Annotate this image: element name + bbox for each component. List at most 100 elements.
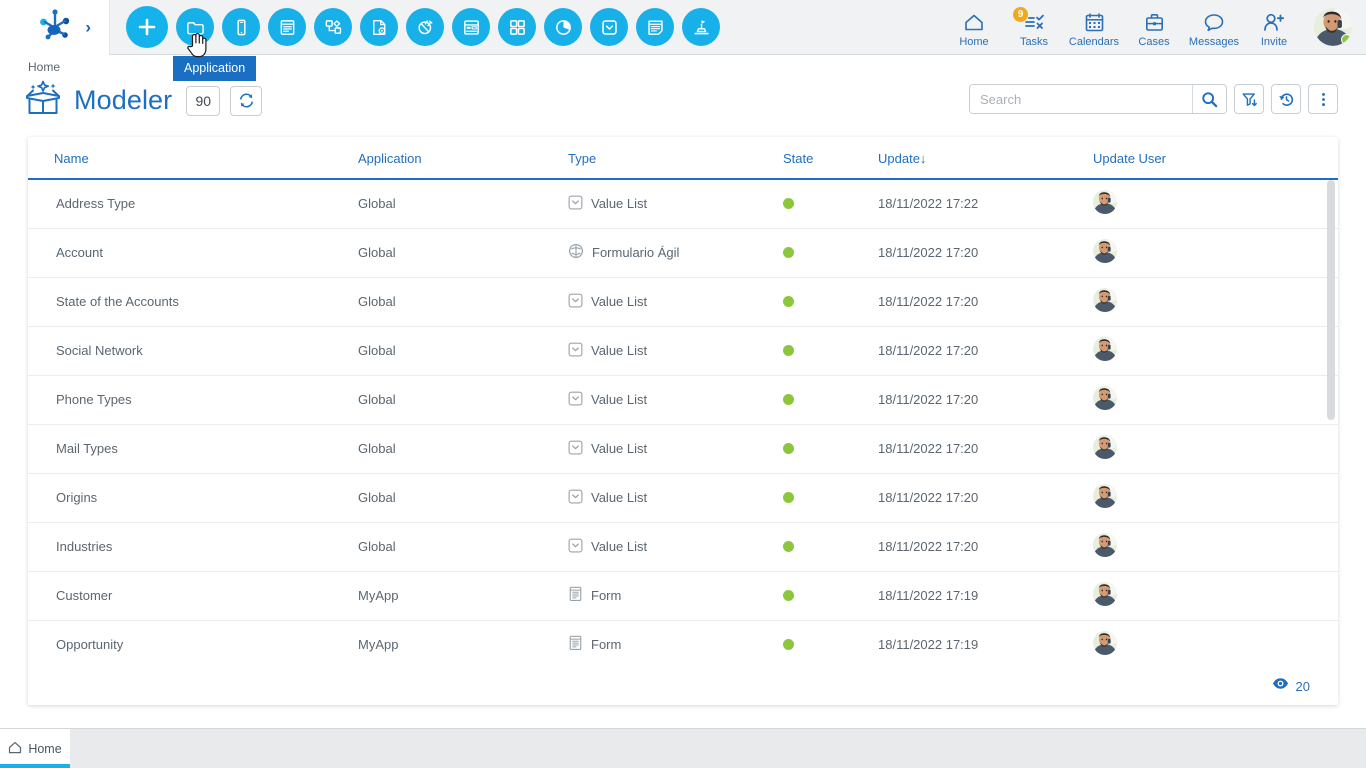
cell-application: MyApp bbox=[358, 637, 399, 653]
nav-label-tasks: Tasks bbox=[1019, 36, 1049, 48]
new-button[interactable] bbox=[126, 6, 168, 48]
avatar[interactable] bbox=[1093, 533, 1117, 560]
breadcrumb[interactable]: Home bbox=[28, 60, 60, 74]
cell-application: Global bbox=[358, 522, 568, 572]
table-row[interactable]: State of the Accounts Global Value List 18/… bbox=[28, 277, 1338, 327]
refresh-button[interactable] bbox=[230, 85, 263, 116]
scrollbar-thumb[interactable] bbox=[1327, 180, 1335, 420]
cell-update-user bbox=[1093, 620, 1338, 667]
status-badge bbox=[783, 394, 794, 405]
cell-type-label: Form bbox=[591, 637, 622, 653]
table-vertical-scrollbar[interactable] bbox=[1327, 180, 1335, 667]
bizagi-logo[interactable] bbox=[35, 8, 75, 47]
nav-item-calendars[interactable]: Calendars bbox=[1064, 6, 1124, 48]
cell-name[interactable]: Industries bbox=[28, 522, 358, 572]
logo-zone: › bbox=[0, 0, 110, 55]
table-row[interactable]: Mail Types Global Value List 18/11/2022 17:… bbox=[28, 424, 1338, 474]
avatar[interactable] bbox=[1093, 190, 1117, 217]
avatar[interactable] bbox=[1093, 288, 1117, 315]
cell-update-user bbox=[1093, 571, 1338, 621]
nav-label-invite: Invite bbox=[1260, 36, 1288, 48]
refresh-icon bbox=[239, 93, 253, 108]
nav-item-messages[interactable]: Messages bbox=[1184, 6, 1244, 48]
column-header-name[interactable]: Name bbox=[28, 137, 358, 180]
value-list-button[interactable] bbox=[590, 8, 628, 46]
history-button[interactable] bbox=[1271, 84, 1301, 114]
column-header-update-label: Update bbox=[878, 151, 920, 166]
more-options-button[interactable] bbox=[1308, 84, 1338, 114]
value-list-icon bbox=[568, 391, 583, 409]
cell-name[interactable]: Opportunity bbox=[28, 620, 358, 667]
nav-item-home[interactable]: Home bbox=[944, 6, 1004, 48]
cell-name[interactable]: Social Network bbox=[28, 326, 358, 376]
cell-name[interactable]: Mail Types bbox=[28, 424, 358, 474]
cell-state bbox=[783, 571, 878, 621]
status-badge bbox=[783, 443, 794, 454]
search-input[interactable] bbox=[970, 85, 1192, 113]
avatar[interactable] bbox=[1093, 337, 1117, 364]
table-row[interactable]: Address Type Global Value List 18/11/2022 1… bbox=[28, 179, 1338, 229]
column-header-update-user[interactable]: Update User bbox=[1093, 137, 1338, 180]
layout-button[interactable] bbox=[452, 8, 490, 46]
table-row[interactable]: Customer MyApp Form 18/11/2022 17:19 bbox=[28, 571, 1338, 621]
table-row[interactable]: Opportunity MyApp Form 18/11/2022 17:19 bbox=[28, 620, 1338, 667]
cell-application: Global bbox=[358, 179, 568, 229]
cell-update-user bbox=[1093, 228, 1338, 278]
user-avatar[interactable] bbox=[1314, 8, 1352, 46]
avatar[interactable] bbox=[1093, 435, 1117, 462]
nav-label-calendars: Calendars bbox=[1068, 36, 1120, 48]
cell-name[interactable]: Phone Types bbox=[28, 375, 358, 425]
cell-name[interactable]: Origins bbox=[28, 473, 358, 523]
cell-name[interactable]: Customer bbox=[28, 571, 358, 621]
nav-item-tasks[interactable]: 9 Tasks bbox=[1004, 6, 1064, 48]
eye-icon[interactable] bbox=[1272, 677, 1289, 695]
cell-update: 18/11/2022 17:20 bbox=[878, 326, 1093, 376]
connector-button[interactable] bbox=[406, 8, 444, 46]
cell-update-user bbox=[1093, 424, 1338, 474]
column-header-state[interactable]: State bbox=[783, 137, 878, 180]
cell-update: 18/11/2022 17:20 bbox=[878, 277, 1093, 327]
cell-type: Formulario Ágil bbox=[568, 228, 783, 278]
cell-update: 18/11/2022 17:20 bbox=[878, 424, 1093, 474]
cell-application: Global bbox=[358, 228, 568, 278]
avatar[interactable] bbox=[1093, 582, 1117, 609]
column-header-update[interactable]: Update↓ bbox=[878, 137, 1093, 180]
cell-name[interactable]: State of the Accounts bbox=[28, 277, 358, 327]
nav-item-cases[interactable]: Cases bbox=[1124, 6, 1184, 48]
expand-sidebar-chevron-icon[interactable]: › bbox=[85, 19, 91, 36]
report-button[interactable] bbox=[636, 8, 674, 46]
filter-button[interactable] bbox=[1234, 84, 1264, 114]
cell-type: Value List bbox=[568, 179, 783, 229]
table-row[interactable]: Account Global Formulario Ágil 18/11/2022 1… bbox=[28, 228, 1338, 278]
item-count-badge: 90 bbox=[186, 85, 221, 116]
application-button[interactable] bbox=[176, 8, 214, 46]
top-header-bar: › Home 9 Tasks Calendars Cases Messages … bbox=[0, 0, 1366, 55]
avatar[interactable] bbox=[1093, 386, 1117, 413]
chart-button[interactable] bbox=[544, 8, 582, 46]
cell-type: Value List bbox=[568, 522, 783, 572]
table-row[interactable]: Industries Global Value List 18/11/2022 17:… bbox=[28, 522, 1338, 572]
avatar[interactable] bbox=[1093, 631, 1117, 658]
avatar[interactable] bbox=[1093, 239, 1117, 266]
business-rule-button[interactable] bbox=[682, 8, 720, 46]
document-template-button[interactable] bbox=[360, 8, 398, 46]
cell-update-user bbox=[1093, 179, 1338, 229]
dashboard-button[interactable] bbox=[498, 8, 536, 46]
table-row[interactable]: Phone Types Global Value List 18/11/2022 17… bbox=[28, 375, 1338, 425]
column-header-type[interactable]: Type bbox=[568, 137, 783, 180]
form-button[interactable] bbox=[268, 8, 306, 46]
process-button[interactable] bbox=[314, 8, 352, 46]
search-button[interactable] bbox=[1192, 85, 1226, 113]
table-row[interactable]: Social Network Global Value List 18/11/2022… bbox=[28, 326, 1338, 376]
cell-name[interactable]: Account bbox=[28, 228, 358, 278]
mobile-button[interactable] bbox=[222, 8, 260, 46]
cell-name[interactable]: Address Type bbox=[28, 179, 358, 229]
column-header-application[interactable]: Application bbox=[358, 137, 568, 180]
nav-item-invite[interactable]: Invite bbox=[1244, 6, 1304, 48]
avatar[interactable] bbox=[1093, 484, 1117, 511]
table-row[interactable]: Origins Global Value List 18/11/2022 17:20 bbox=[28, 473, 1338, 523]
plus-icon bbox=[138, 18, 156, 36]
nav-label-messages: Messages bbox=[1188, 36, 1240, 48]
taskbar-tab-home[interactable]: Home bbox=[0, 729, 70, 768]
table-header: Name Application Type State Update↓ Upda… bbox=[28, 137, 1338, 180]
